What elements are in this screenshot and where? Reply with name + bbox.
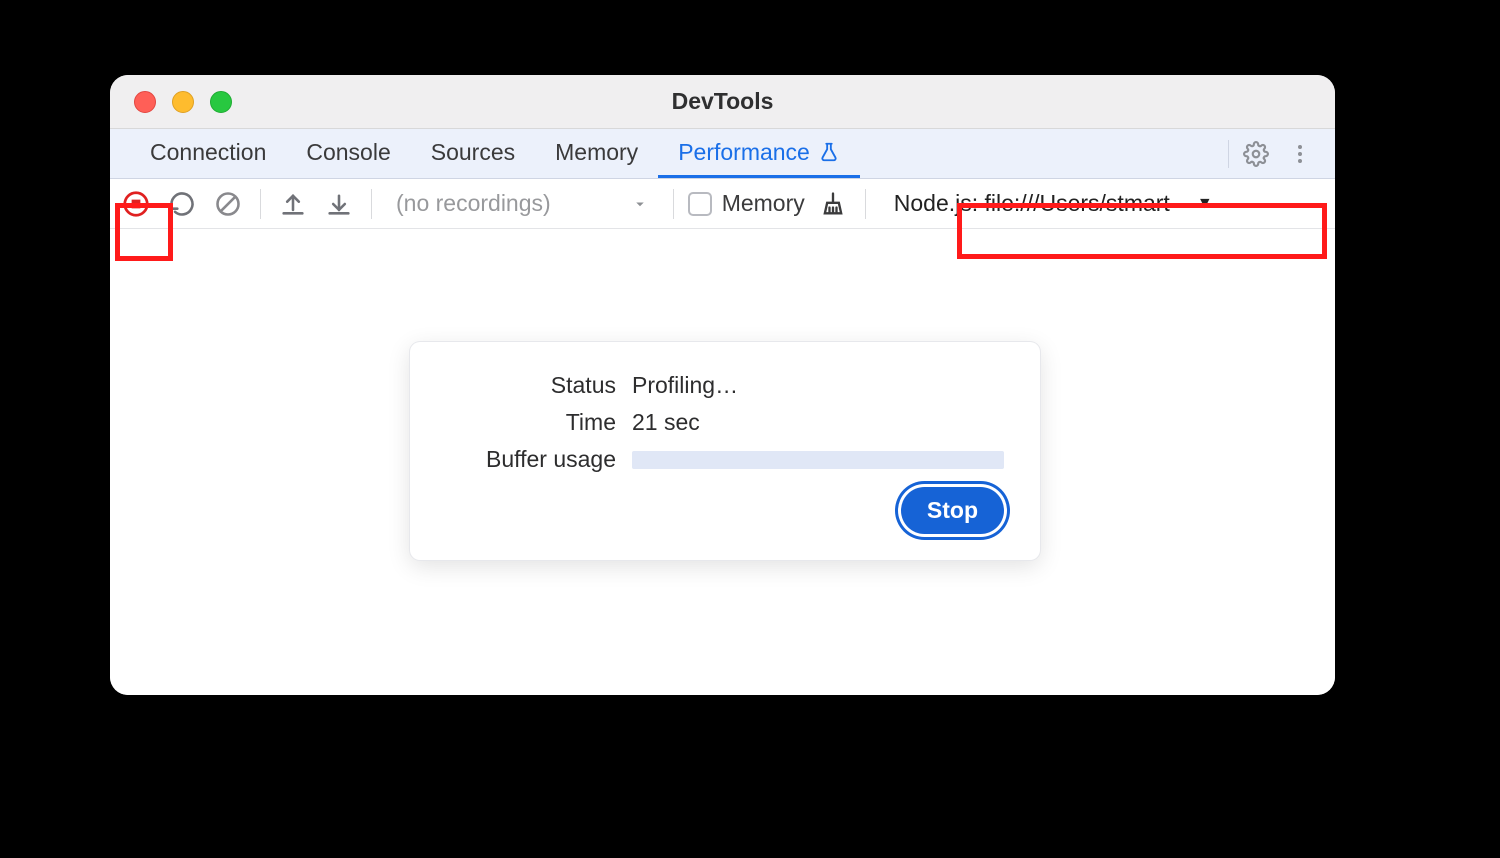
- recordings-dropdown[interactable]: (no recordings): [386, 190, 659, 217]
- tab-label: Console: [306, 139, 390, 166]
- status-label: Status: [446, 372, 616, 399]
- performance-toolbar: (no recordings) Memory Node.js: file:///…: [110, 179, 1335, 229]
- target-selected-label: Node.js: file:///Users/stmart: [894, 190, 1170, 217]
- tab-label: Memory: [555, 139, 638, 166]
- close-window-button[interactable]: [134, 91, 156, 113]
- separator: [260, 189, 261, 219]
- upload-icon: [279, 190, 307, 218]
- ban-icon: [214, 190, 242, 218]
- buffer-usage-label: Buffer usage: [446, 446, 616, 473]
- devtools-window: DevTools Connection Console Sources Memo…: [110, 75, 1335, 695]
- more-vertical-icon: [1288, 142, 1312, 166]
- memory-label: Memory: [722, 190, 805, 217]
- minimize-window-button[interactable]: [172, 91, 194, 113]
- reload-button[interactable]: [164, 186, 200, 222]
- chevron-down-icon: ▼: [1197, 195, 1213, 213]
- window-controls: [110, 91, 232, 113]
- tab-memory[interactable]: Memory: [535, 129, 658, 178]
- stop-button[interactable]: Stop: [901, 487, 1004, 534]
- target-dropdown[interactable]: Node.js: file:///Users/stmart ▼: [880, 184, 1225, 224]
- collect-garbage-button[interactable]: [815, 186, 851, 222]
- download-profile-button[interactable]: [321, 186, 357, 222]
- record-button[interactable]: [118, 186, 154, 222]
- profiling-status-panel: Status Profiling… Time 21 sec Buffer usa…: [410, 342, 1040, 560]
- broom-icon: [819, 190, 847, 218]
- clear-button[interactable]: [210, 186, 246, 222]
- memory-toggle[interactable]: Memory: [688, 190, 805, 217]
- status-value: Profiling…: [632, 372, 1004, 399]
- separator: [865, 189, 866, 219]
- settings-button[interactable]: [1239, 137, 1273, 171]
- tab-console[interactable]: Console: [286, 129, 410, 178]
- tab-connection[interactable]: Connection: [130, 129, 286, 178]
- record-stop-icon: [121, 189, 151, 219]
- separator: [371, 189, 372, 219]
- titlebar: DevTools: [110, 75, 1335, 129]
- buffer-usage-bar: [632, 451, 1004, 469]
- tab-sources[interactable]: Sources: [411, 129, 535, 178]
- tab-label: Performance: [678, 139, 810, 166]
- performance-main: Status Profiling… Time 21 sec Buffer usa…: [110, 229, 1335, 695]
- upload-profile-button[interactable]: [275, 186, 311, 222]
- memory-checkbox[interactable]: [688, 192, 712, 216]
- divider: [1228, 140, 1229, 168]
- download-icon: [325, 190, 353, 218]
- flask-icon: [818, 141, 840, 163]
- window-title: DevTools: [110, 88, 1335, 115]
- maximize-window-button[interactable]: [210, 91, 232, 113]
- tab-label: Connection: [150, 139, 266, 166]
- more-button[interactable]: [1283, 137, 1317, 171]
- gear-icon: [1243, 141, 1269, 167]
- tab-label: Sources: [431, 139, 515, 166]
- recordings-placeholder: (no recordings): [396, 190, 551, 217]
- tab-performance[interactable]: Performance: [658, 129, 860, 178]
- tabstrip: Connection Console Sources Memory Perfor…: [110, 129, 1335, 179]
- reload-icon: [168, 190, 196, 218]
- time-value: 21 sec: [632, 409, 1004, 436]
- chevron-down-icon: [631, 195, 649, 213]
- separator: [673, 189, 674, 219]
- time-label: Time: [446, 409, 616, 436]
- tabstrip-right-controls: [1228, 129, 1327, 178]
